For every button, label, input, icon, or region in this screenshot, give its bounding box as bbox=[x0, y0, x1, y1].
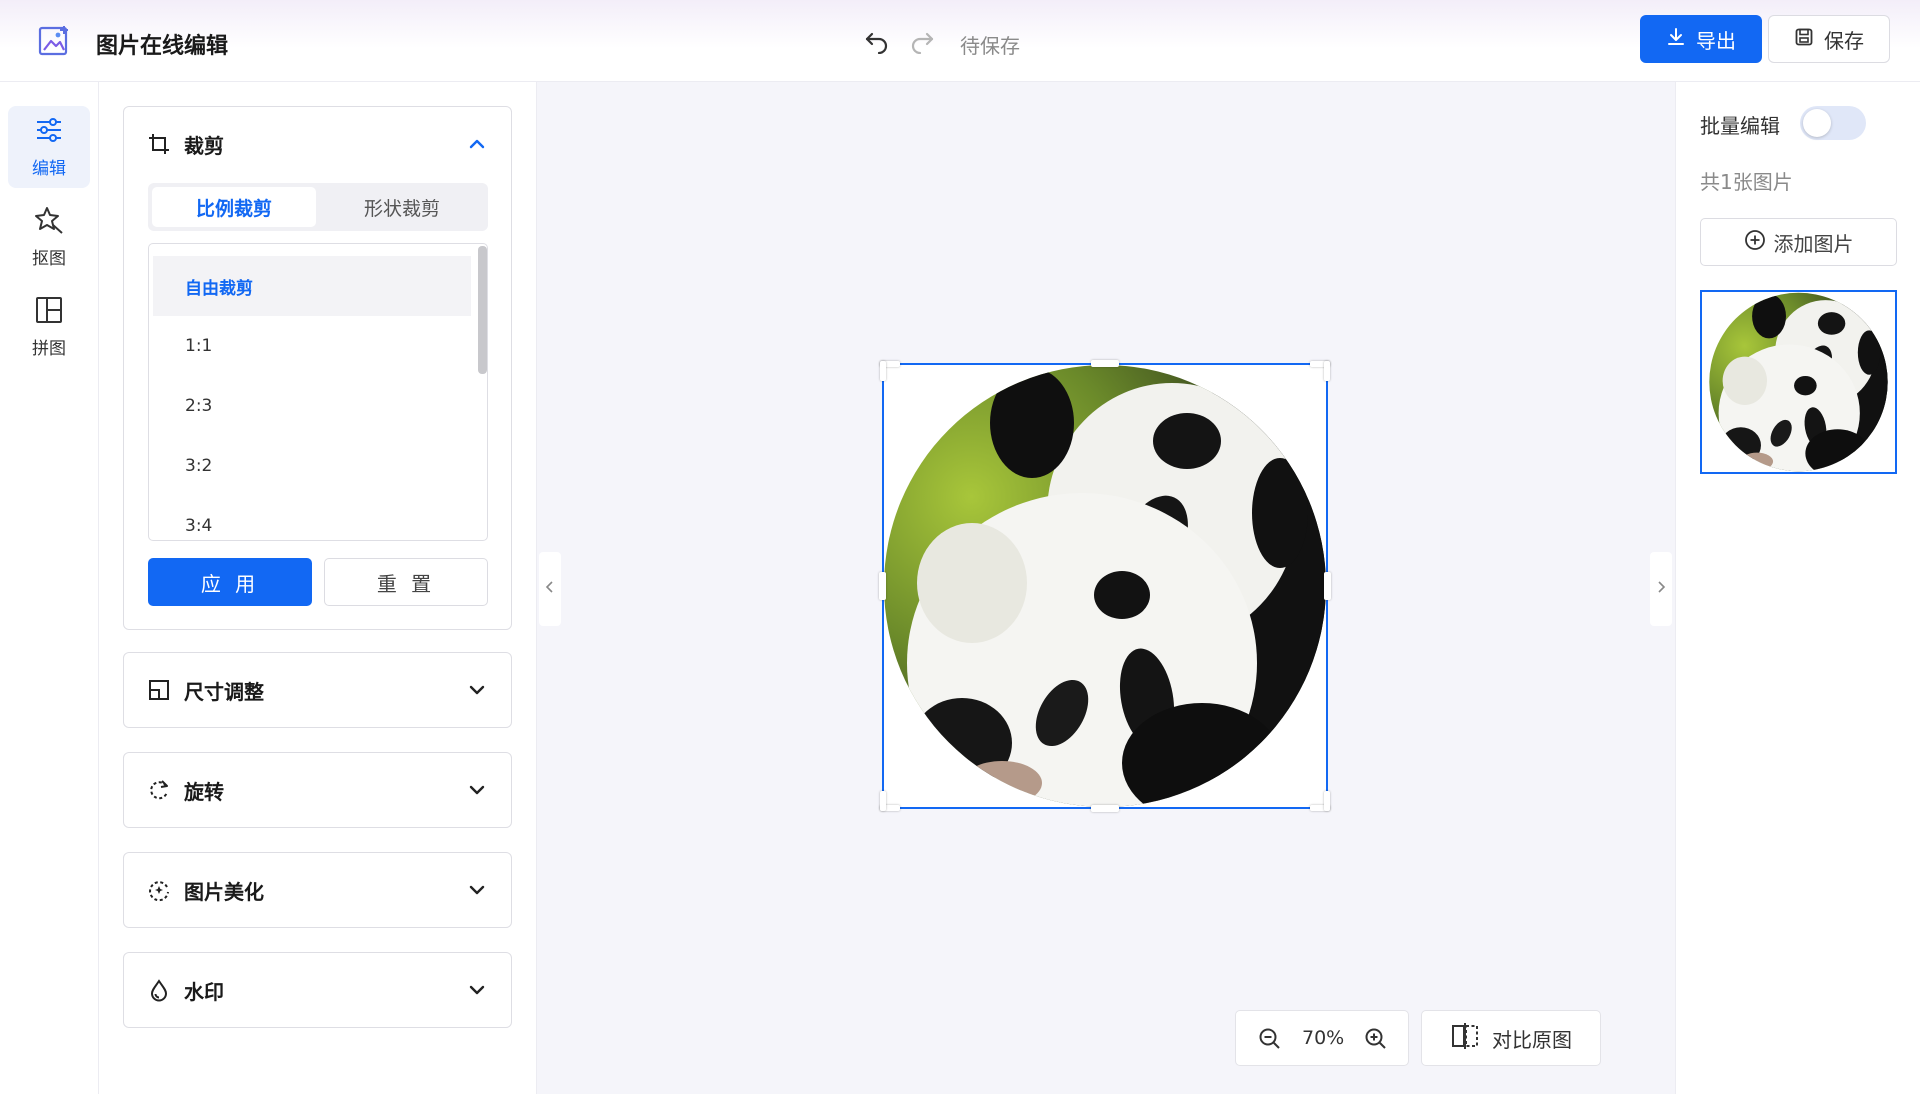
chevron-down-icon[interactable] bbox=[465, 878, 489, 902]
redo-icon[interactable] bbox=[907, 26, 937, 56]
batch-edit-label: 批量编辑 bbox=[1700, 114, 1780, 138]
rotate-card: 旋转 bbox=[123, 752, 512, 828]
crop-handle-tl-v[interactable] bbox=[880, 361, 886, 381]
add-image-label: 添加图片 bbox=[1773, 231, 1854, 256]
image-stage[interactable] bbox=[879, 360, 1331, 812]
crop-handle-bottom[interactable] bbox=[1091, 805, 1119, 812]
layout-grid-icon bbox=[34, 295, 64, 330]
undo-icon[interactable] bbox=[862, 26, 892, 56]
chevron-up-icon[interactable] bbox=[465, 132, 489, 156]
panda-thumbnail bbox=[1709, 292, 1888, 472]
top-header: 图片在线编辑 待保存 导出 保存 bbox=[0, 0, 1920, 82]
rail-item-label: 抠图 bbox=[32, 249, 66, 269]
toggle-knob bbox=[1803, 109, 1831, 137]
rotate-title: 旋转 bbox=[184, 779, 224, 804]
compare-label: 对比原图 bbox=[1492, 1027, 1572, 1052]
save-label: 保存 bbox=[1824, 28, 1864, 53]
tab-ratio-crop[interactable]: 比例裁剪 bbox=[152, 187, 316, 227]
magic-star-icon bbox=[34, 205, 64, 240]
apply-button[interactable]: 应 用 bbox=[148, 558, 312, 606]
reset-button[interactable]: 重 置 bbox=[324, 558, 488, 606]
crop-frame[interactable] bbox=[882, 363, 1328, 809]
rotate-icon bbox=[146, 777, 172, 803]
rail-item-cutout[interactable]: 抠图 bbox=[8, 196, 90, 278]
crop-handle-br-v[interactable] bbox=[1324, 791, 1330, 811]
crop-handle-tr-v[interactable] bbox=[1324, 361, 1330, 381]
chevron-down-icon[interactable] bbox=[465, 678, 489, 702]
rail-item-label: 拼图 bbox=[32, 339, 66, 359]
chevron-down-icon[interactable] bbox=[465, 978, 489, 1002]
chevron-down-icon[interactable] bbox=[465, 778, 489, 802]
compare-original-button[interactable]: 对比原图 bbox=[1421, 1010, 1601, 1066]
plus-circle-icon bbox=[1744, 229, 1766, 256]
ratio-option-1-1[interactable]: 1:1 bbox=[153, 316, 471, 376]
chevron-left-icon bbox=[544, 579, 556, 599]
tab-shape-crop[interactable]: 形状裁剪 bbox=[320, 187, 484, 227]
crop-icon bbox=[146, 131, 172, 157]
crop-handle-right[interactable] bbox=[1324, 572, 1331, 600]
ratio-option-free[interactable]: 自由裁剪 bbox=[153, 256, 471, 316]
rotate-card-header[interactable]: 旋转 bbox=[124, 753, 511, 827]
beautify-title: 图片美化 bbox=[184, 879, 264, 904]
ratio-option-3-2[interactable]: 3:2 bbox=[153, 436, 471, 496]
beautify-card-header[interactable]: 图片美化 bbox=[124, 853, 511, 927]
image-edit-logo-icon bbox=[36, 24, 72, 60]
crop-title: 裁剪 bbox=[184, 133, 224, 158]
image-count: 共1张图片 bbox=[1700, 170, 1793, 194]
save-status-text: 待保存 bbox=[960, 34, 1020, 58]
rail-item-edit[interactable]: 编辑 bbox=[8, 106, 90, 188]
editor-canvas: 70% 对比原图 bbox=[537, 82, 1675, 1094]
save-disk-icon bbox=[1794, 27, 1814, 52]
zoom-out-icon[interactable] bbox=[1258, 1027, 1282, 1055]
resize-icon bbox=[146, 677, 172, 703]
app-title: 图片在线编辑 bbox=[96, 34, 229, 59]
ratio-option-3-4[interactable]: 3:4 bbox=[153, 496, 471, 540]
beautify-card: 图片美化 bbox=[123, 852, 512, 928]
crop-handle-top[interactable] bbox=[1091, 360, 1119, 367]
ratio-list-scrollbar[interactable] bbox=[478, 246, 487, 374]
watermark-card: 水印 bbox=[123, 952, 512, 1028]
export-button[interactable]: 导出 bbox=[1640, 15, 1762, 63]
tool-rail: 编辑 抠图 拼图 bbox=[0, 82, 99, 1094]
compare-split-icon bbox=[1450, 1021, 1480, 1056]
crop-mode-tabs: 比例裁剪 形状裁剪 bbox=[148, 183, 488, 231]
crop-handle-left[interactable] bbox=[879, 572, 886, 600]
tool-panel: 裁剪 比例裁剪 形状裁剪 自由裁剪 1:1 2:3 3:2 3:4 应 用 重 … bbox=[99, 82, 537, 1094]
zoom-controls: 70% bbox=[1235, 1010, 1409, 1066]
batch-edit-toggle[interactable] bbox=[1800, 106, 1866, 140]
right-panel: 批量编辑 共1张图片 添加图片 bbox=[1675, 82, 1920, 1094]
resize-title: 尺寸调整 bbox=[184, 679, 264, 704]
sliders-icon bbox=[34, 115, 64, 150]
add-image-button[interactable]: 添加图片 bbox=[1700, 218, 1897, 266]
crop-card-header[interactable]: 裁剪 bbox=[124, 107, 511, 181]
image-thumbnail[interactable] bbox=[1700, 290, 1897, 474]
chevron-right-icon bbox=[1655, 579, 1667, 599]
zoom-level: 70% bbox=[1302, 1027, 1345, 1049]
water-drop-icon bbox=[146, 977, 172, 1003]
rail-item-label: 编辑 bbox=[32, 159, 66, 179]
crop-card: 裁剪 比例裁剪 形状裁剪 自由裁剪 1:1 2:3 3:2 3:4 应 用 重 … bbox=[123, 106, 512, 630]
ratio-option-2-3[interactable]: 2:3 bbox=[153, 376, 471, 436]
ratio-list: 自由裁剪 1:1 2:3 3:2 3:4 bbox=[148, 243, 488, 541]
beautify-icon bbox=[146, 877, 172, 903]
resize-card-header[interactable]: 尺寸调整 bbox=[124, 653, 511, 727]
download-icon bbox=[1666, 27, 1686, 52]
zoom-in-icon[interactable] bbox=[1364, 1027, 1388, 1055]
crop-handle-bl-v[interactable] bbox=[880, 791, 886, 811]
resize-card: 尺寸调整 bbox=[123, 652, 512, 728]
save-button[interactable]: 保存 bbox=[1768, 15, 1890, 63]
rail-item-collage[interactable]: 拼图 bbox=[8, 286, 90, 368]
collapse-right-panel-button[interactable] bbox=[1650, 552, 1672, 626]
export-label: 导出 bbox=[1696, 28, 1736, 53]
watermark-card-header[interactable]: 水印 bbox=[124, 953, 511, 1027]
watermark-title: 水印 bbox=[184, 979, 224, 1004]
collapse-left-panel-button[interactable] bbox=[539, 552, 561, 626]
